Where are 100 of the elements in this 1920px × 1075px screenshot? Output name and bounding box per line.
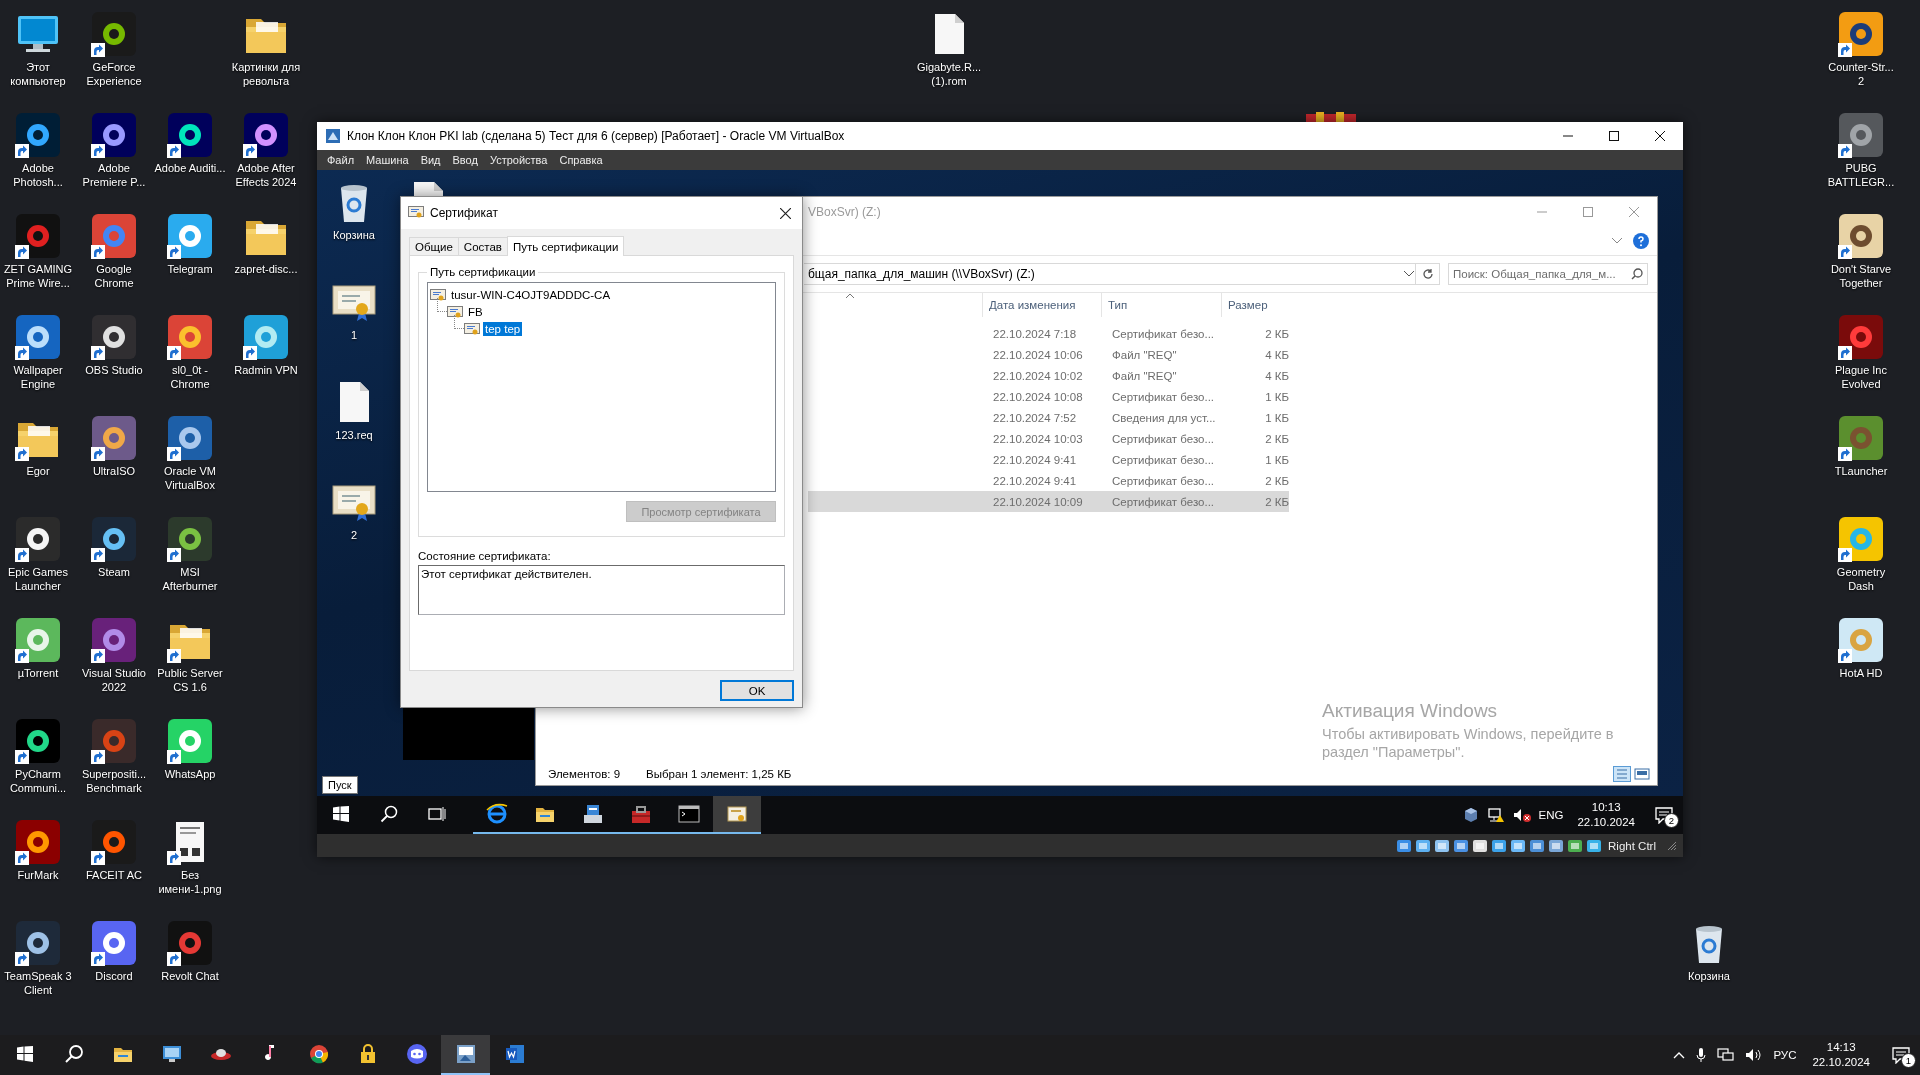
file-row[interactable]: 22.10.2024 10:06 Файл "REQ" 4 КБ xyxy=(808,344,1289,365)
clock[interactable]: 14:13 22.10.2024 xyxy=(1812,1040,1870,1070)
refresh-button[interactable] xyxy=(1416,263,1440,285)
clock[interactable]: 10:13 22.10.2024 xyxy=(1577,800,1635,830)
audio-icon[interactable] xyxy=(1434,837,1451,854)
app-icon[interactable] xyxy=(14,919,62,967)
column-header[interactable]: Дата изменения xyxy=(982,293,1101,317)
usb-icon[interactable] xyxy=(1472,837,1489,854)
app-icon[interactable] xyxy=(90,313,138,361)
app-icon[interactable] xyxy=(90,111,138,159)
icon-label: PyCharm Communi... xyxy=(8,767,68,795)
file-row[interactable]: 22.10.2024 9:41 Сертификат безо... 2 КБ xyxy=(808,470,1289,491)
menu-item[interactable]: Ввод xyxy=(446,150,484,170)
app-icon[interactable] xyxy=(166,717,214,765)
search-field[interactable]: Поиск: Общая_папка_для_м... xyxy=(1448,263,1648,285)
app-icon[interactable] xyxy=(90,717,138,765)
app-icon[interactable] xyxy=(1837,111,1885,159)
tree-item[interactable]: tusur-WIN-C4OJT9ADDDC-CA xyxy=(449,287,613,302)
notifications-icon[interactable] xyxy=(1655,806,1673,824)
mouse-icon[interactable] xyxy=(1567,837,1584,854)
display-icon[interactable] xyxy=(1510,837,1527,854)
app-icon[interactable] xyxy=(90,616,138,664)
language-indicator[interactable]: ENG xyxy=(1538,809,1564,821)
app-icon[interactable] xyxy=(90,414,138,462)
app-icon[interactable] xyxy=(90,919,138,967)
file-row[interactable]: 22.10.2024 7:18 Сертификат безо... 2 КБ xyxy=(808,323,1289,344)
close-icon xyxy=(779,207,791,219)
activation-title: Активация Windows xyxy=(1322,700,1499,722)
menu-item[interactable]: Машина xyxy=(360,150,415,170)
network-icon[interactable] xyxy=(1453,837,1470,854)
app-icon[interactable] xyxy=(1837,515,1885,563)
icon-label: Wallpaper Engine xyxy=(12,363,64,391)
app-icon[interactable] xyxy=(1837,616,1885,664)
tab[interactable]: Общие xyxy=(409,237,459,255)
language-indicator[interactable]: РУС xyxy=(1773,1049,1797,1061)
app-icon[interactable] xyxy=(166,313,214,361)
menu-item[interactable]: Устройства xyxy=(483,150,554,170)
virtualization-icon[interactable] xyxy=(1548,837,1565,854)
app-icon[interactable] xyxy=(166,111,214,159)
icon-label: Adobe After Effects 2024 xyxy=(234,161,298,189)
icon-label: ZET GAMING Prime Wire... xyxy=(2,262,74,290)
chevron-down-icon[interactable] xyxy=(1611,237,1623,245)
taskbar-button[interactable] xyxy=(713,796,761,834)
table-cell-text: Сертификат безо... xyxy=(1111,495,1216,508)
app-icon[interactable] xyxy=(14,212,62,260)
app-icon[interactable] xyxy=(90,10,138,58)
notifications-icon[interactable] xyxy=(1892,1046,1910,1064)
app-icon[interactable] xyxy=(166,515,214,563)
keyboard-icon[interactable] xyxy=(1586,837,1603,854)
app-icon[interactable] xyxy=(1837,10,1885,58)
dropdown-icon[interactable] xyxy=(1403,270,1415,278)
app-icon[interactable] xyxy=(14,616,62,664)
table-cell-text: 2 КБ xyxy=(1264,495,1289,508)
app-icon[interactable] xyxy=(90,515,138,563)
app-icon[interactable] xyxy=(242,313,290,361)
recording-icon[interactable] xyxy=(1529,837,1546,854)
app-icon[interactable] xyxy=(166,919,214,967)
file-row[interactable]: 22.10.2024 10:02 Файл "REQ" 4 КБ xyxy=(808,365,1289,386)
app-icon[interactable] xyxy=(1837,414,1885,462)
app-icon[interactable] xyxy=(14,717,62,765)
app-icon[interactable] xyxy=(166,212,214,260)
app-icon[interactable] xyxy=(166,414,214,462)
app-icon[interactable] xyxy=(14,515,62,563)
taskbar-button[interactable] xyxy=(441,1035,490,1075)
file-row[interactable]: 22.10.2024 9:41 Сертификат безо... 1 КБ xyxy=(808,449,1289,470)
app-icon[interactable] xyxy=(1837,313,1885,361)
tree-item[interactable]: FB xyxy=(466,304,485,319)
chevron-up-icon[interactable] xyxy=(1673,1051,1686,1059)
app-icon[interactable] xyxy=(14,313,62,361)
menu-item[interactable]: Файл xyxy=(321,150,361,170)
microphone-icon[interactable] xyxy=(1695,1047,1708,1063)
icon-label: Revolt Chat xyxy=(160,969,220,983)
menu-item[interactable]: Вид xyxy=(414,150,447,170)
menu-item[interactable]: Справка xyxy=(553,150,609,170)
address-bar[interactable]: бщая_папка_для_машин (\\VBoxSvr) (Z:) xyxy=(804,263,1416,285)
column-header[interactable]: Размер xyxy=(1221,293,1289,317)
app-icon[interactable] xyxy=(14,111,62,159)
help-icon[interactable] xyxy=(1633,233,1649,249)
app-icon[interactable] xyxy=(1837,212,1885,260)
network-warning-icon[interactable] xyxy=(1486,807,1505,823)
app-icon[interactable] xyxy=(90,212,138,260)
tiles-view-icon[interactable] xyxy=(1633,766,1651,782)
shared-folder-icon[interactable] xyxy=(1491,837,1508,854)
volume-icon[interactable] xyxy=(1745,1047,1764,1063)
volume-muted-icon[interactable] xyxy=(1512,807,1531,823)
resize-grip-icon[interactable] xyxy=(1667,840,1677,851)
tab[interactable]: Путь сертификации xyxy=(506,236,625,256)
tree-item[interactable]: tep tep xyxy=(483,321,523,336)
network-icon[interactable] xyxy=(1717,1047,1736,1063)
file-row[interactable]: 22.10.2024 10:03 Сертификат безо... 2 КБ xyxy=(808,428,1289,449)
app-icon[interactable] xyxy=(90,818,138,866)
ok-button[interactable]: OK xyxy=(720,680,794,701)
file-row[interactable]: 22.10.2024 10:09 Сертификат безо... 2 КБ xyxy=(808,491,1289,512)
app-icon[interactable] xyxy=(14,818,62,866)
app-icon[interactable] xyxy=(242,111,290,159)
icon-label: Superpositi... Benchmark xyxy=(80,767,148,795)
file-row[interactable]: 22.10.2024 10:08 Сертификат безо... 1 КБ xyxy=(808,386,1289,407)
cube-icon[interactable] xyxy=(1462,807,1479,823)
column-header[interactable]: Тип xyxy=(1101,293,1221,317)
file-row[interactable]: 22.10.2024 7:52 Сведения для уст... 1 КБ xyxy=(808,407,1289,428)
